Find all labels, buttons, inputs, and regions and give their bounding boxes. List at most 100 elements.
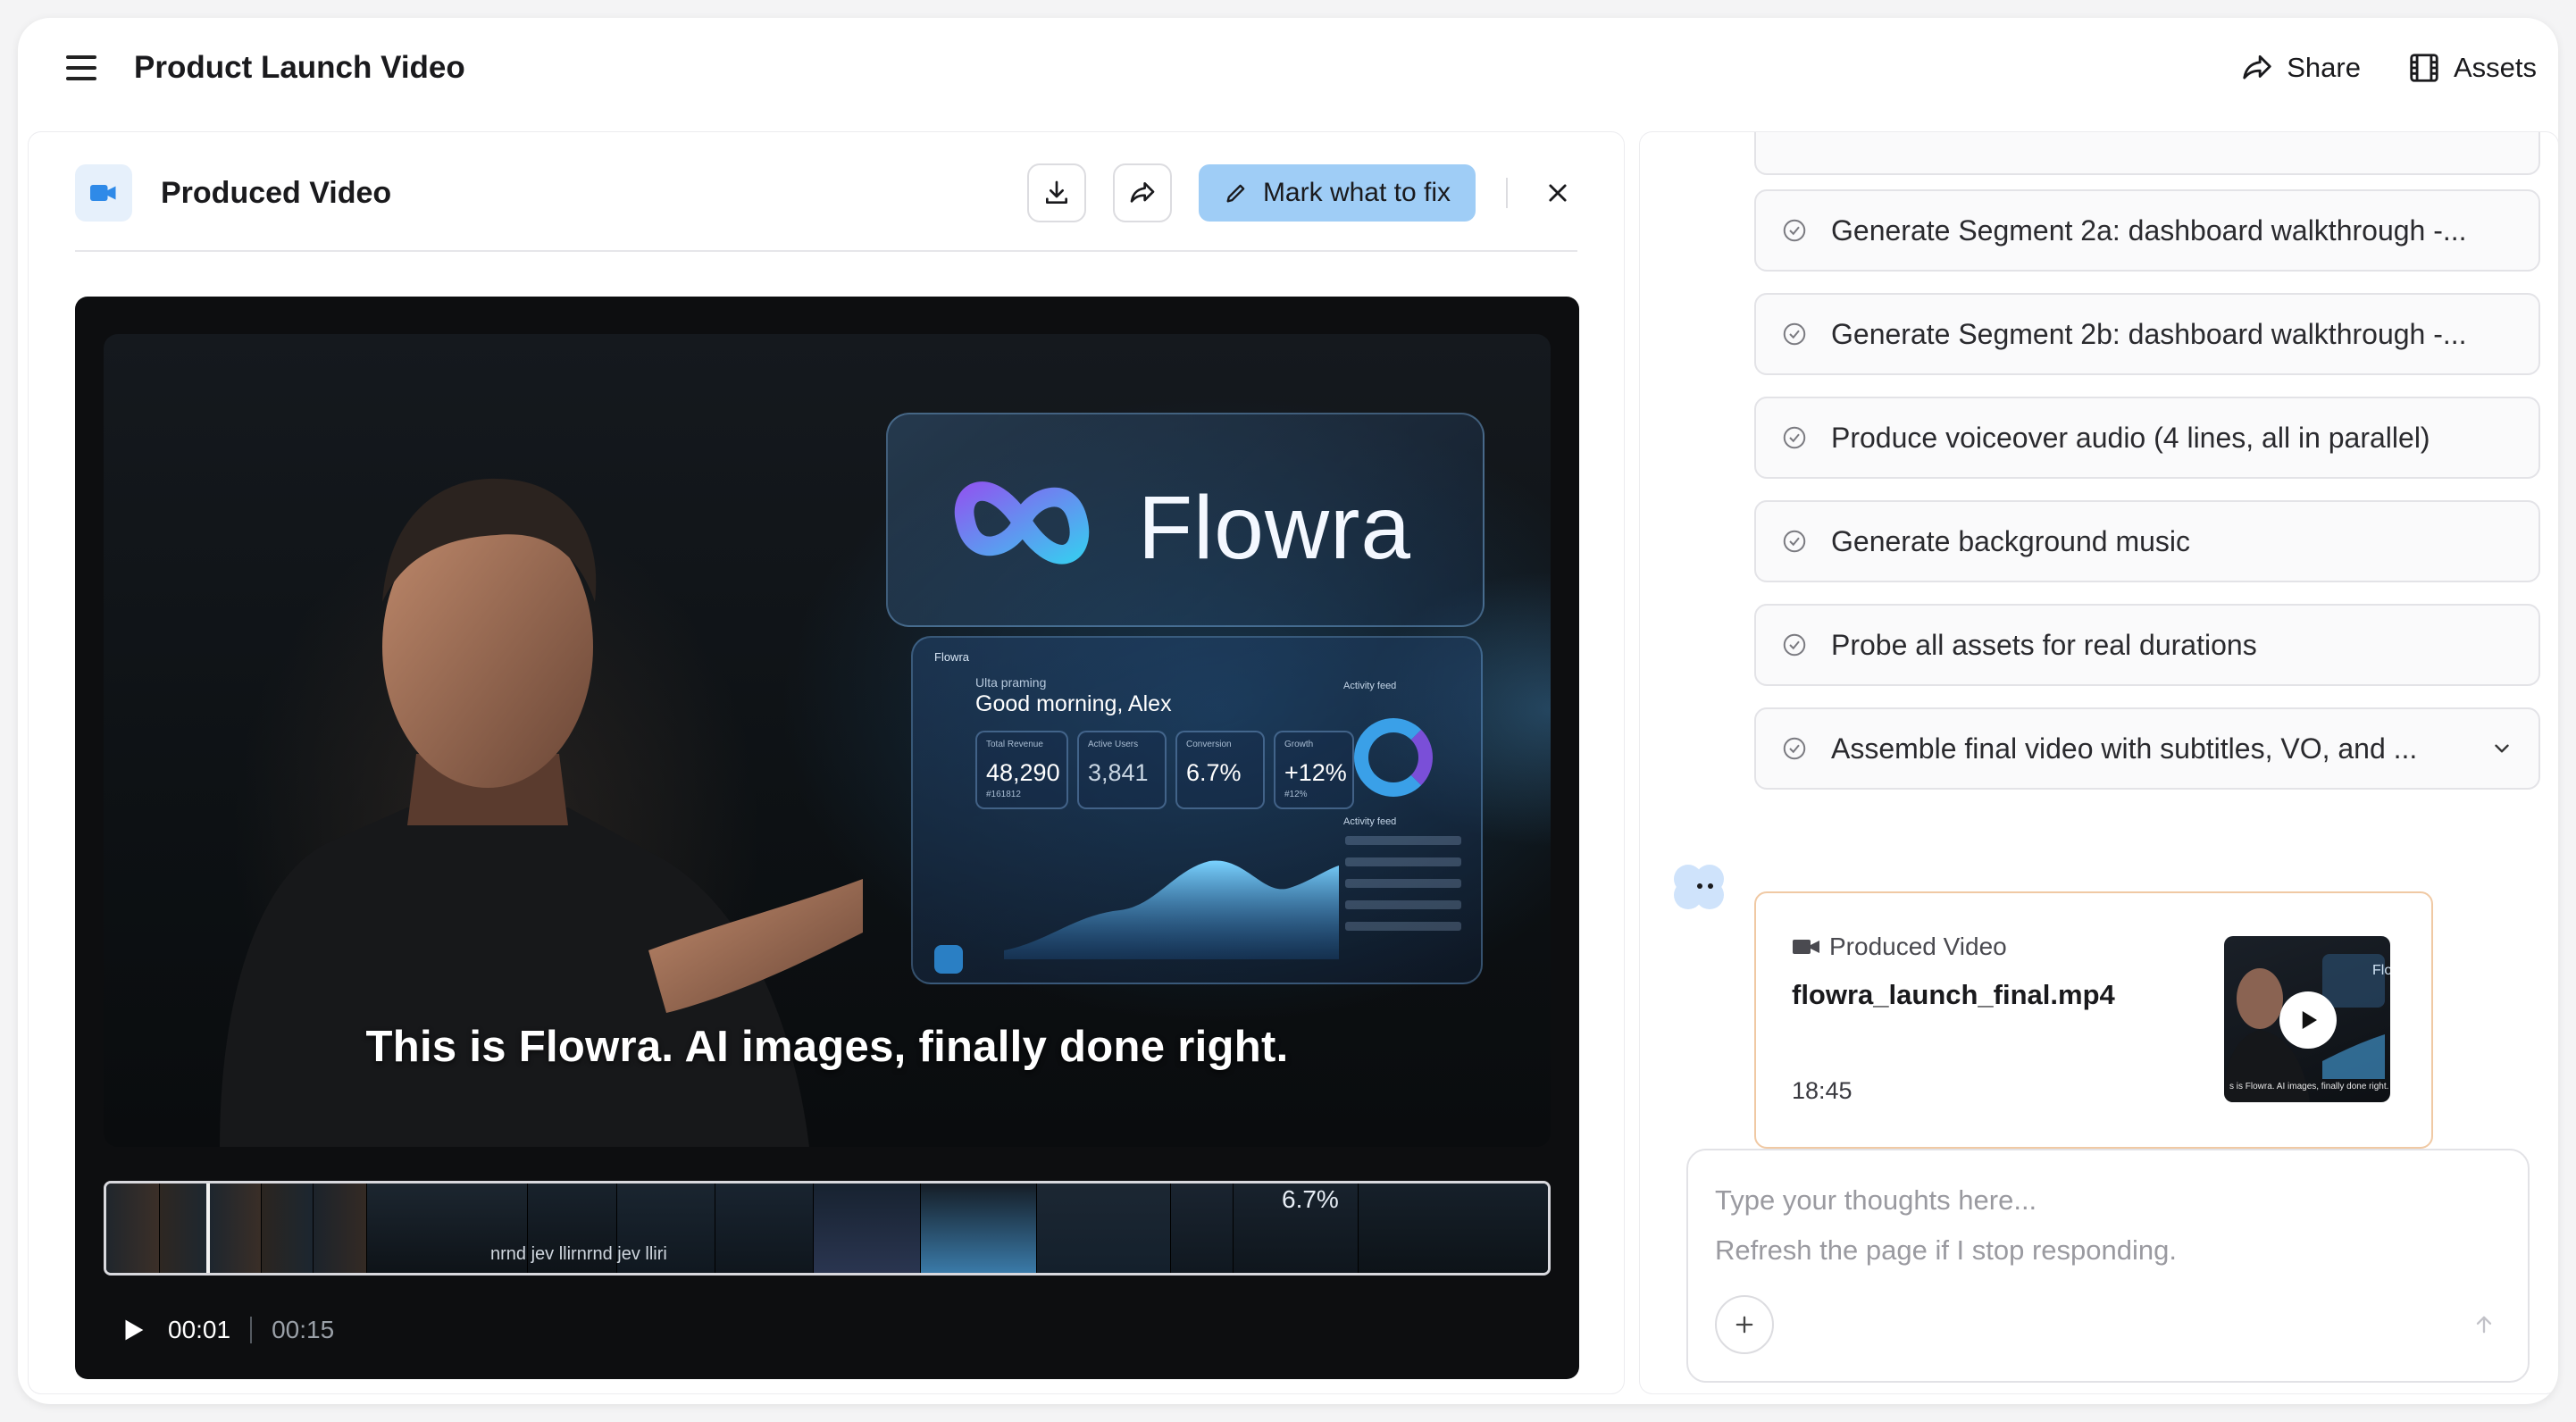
flowra-logo-icon (954, 481, 1090, 565)
list-item[interactable]: Probe all assets for real durations (1754, 604, 2540, 686)
share-button[interactable]: Share (2240, 51, 2361, 85)
timeline-filmstrip[interactable]: 6.7% nrnd jev llirnrnd jev lliri (104, 1181, 1551, 1276)
dashboard-greeting: Good morning, Alex (975, 691, 1172, 716)
page-title: Product Launch Video (134, 50, 465, 85)
list-item[interactable]: Produce voiceover audio (4 lines, all in… (1754, 397, 2540, 479)
play-button[interactable] (2279, 991, 2337, 1049)
produced-video-card[interactable]: Produced Video flowra_launch_final.mp4 1… (1754, 891, 2433, 1149)
stat-card: Total Revenue 48,290 #161812 (975, 731, 1068, 809)
share-label: Share (2287, 52, 2361, 83)
task-panel: Generate Segment 2a: dashboard walkthrou… (1640, 132, 2558, 1393)
filmstrip-frame (262, 1184, 314, 1273)
mark-label: Mark what to fix (1262, 178, 1451, 207)
check-circle-icon (1783, 633, 1806, 657)
stat-card: Active Users 3,841 (1077, 731, 1167, 809)
filmstrip-frame (1171, 1184, 1234, 1273)
check-circle-icon (1783, 530, 1806, 553)
card-filename: flowra_launch_final.mp4 (1792, 979, 2115, 1010)
filmstrip-frame (106, 1184, 160, 1273)
stat-value: 6.7% (1186, 759, 1242, 786)
share-video-button[interactable] (1112, 163, 1172, 222)
timeline-playhead[interactable] (206, 1184, 210, 1273)
check-circle-icon (1783, 322, 1806, 346)
stat-sub: #12% (1284, 790, 1308, 799)
add-attachment-button[interactable] (1715, 1295, 1774, 1354)
app-window: Product Launch Video Share Assets Produc… (18, 18, 2558, 1404)
time-divider (250, 1317, 253, 1343)
hologram-dashboard: Flowra Ulta praming Good morning, Alex T… (911, 636, 1483, 984)
thumbnail-caption: s is Flowra. AI images, finally done rig… (2229, 1082, 2389, 1092)
feed-row (1345, 836, 1461, 845)
plus-icon (1735, 1316, 1753, 1334)
filmstrip-frame (1359, 1184, 1548, 1273)
film-icon (2410, 54, 2438, 82)
video-panel: Produced Video Mark what to fix Flowra F… (29, 132, 1624, 1393)
app-badge-icon (934, 945, 963, 974)
list-item[interactable]: Assemble final video with subtitles, VO,… (1754, 707, 2540, 790)
filmstrip-stat-label: 6.7% (1282, 1185, 1339, 1213)
list-item[interactable]: Generate Segment 2a: dashboard walkthrou… (1754, 189, 2540, 272)
close-icon (1549, 184, 1567, 202)
video-subtitle: This is Flowra. AI images, finally done … (365, 1023, 1289, 1071)
video-player[interactable]: Flowra Flowra Ulta praming Good morning,… (75, 297, 1579, 1379)
list-item[interactable]: Generate background music (1754, 500, 2540, 582)
total-time: 00:15 (272, 1316, 335, 1343)
thumbnail-brand: Flo (2372, 963, 2390, 978)
filmstrip-frame (1037, 1184, 1171, 1273)
brand-name: Flowra (1138, 478, 1412, 578)
filmstrip-frame (921, 1184, 1037, 1273)
download-icon (1045, 180, 1067, 204)
step-label: Generate Segment 2b: dashboard walkthrou… (1831, 317, 2467, 350)
check-circle-icon (1783, 426, 1806, 449)
hologram-brand-panel: Flowra (886, 413, 1485, 627)
mark-what-to-fix-button[interactable]: Mark what to fix (1198, 164, 1476, 222)
feed-row (1345, 879, 1461, 888)
assistant-avatar-icon (1674, 865, 1724, 909)
area-chart-graphic (1004, 860, 1339, 959)
dashboard-brand: Flowra (934, 650, 970, 664)
stat-value: +12% (1284, 759, 1347, 786)
assets-button[interactable]: Assets (2407, 51, 2537, 85)
stat-value: 3,841 (1088, 759, 1149, 786)
step-label: Generate Segment 2a: dashboard walkthrou… (1831, 213, 2467, 247)
filmstrip-frame (160, 1184, 210, 1273)
play-icon[interactable] (118, 1315, 148, 1345)
filmstrip-frame (210, 1184, 262, 1273)
feed-row (1345, 857, 1461, 866)
filmstrip-frame (715, 1184, 814, 1273)
top-bar: Product Launch Video Share Assets (18, 18, 2558, 118)
stat-label: Conversion (1186, 740, 1232, 749)
card-duration: 18:45 (1792, 1077, 1853, 1104)
video-thumbnail[interactable]: Flo s is Flowra. AI images, finally done… (2224, 936, 2390, 1102)
stat-card: Conversion 6.7% (1175, 731, 1265, 809)
share-icon (2243, 54, 2271, 79)
stat-sub: #161812 (986, 790, 1021, 799)
close-button[interactable] (1538, 173, 1577, 213)
chevron-down-icon[interactable] (2490, 737, 2513, 760)
download-button[interactable] (1026, 163, 1086, 222)
donut-graphic (1354, 718, 1433, 797)
video-panel-header: Produced Video Mark what to fix (75, 163, 1577, 252)
message-composer (1686, 1149, 2530, 1383)
video-frame[interactable]: Flowra Flowra Ulta praming Good morning,… (104, 334, 1551, 1147)
message-input[interactable] (1715, 1175, 2501, 1283)
send-button[interactable] (2456, 1297, 2512, 1352)
step-label: Probe all assets for real durations (1831, 628, 2257, 661)
check-circle-icon (1783, 219, 1806, 242)
step-label: Generate background music (1831, 524, 2190, 557)
video-camera-icon (1793, 940, 1819, 954)
filmstrip-caption: nrnd jev llirnrnd jev lliri (490, 1244, 667, 1264)
list-item[interactable] (1754, 132, 2540, 175)
menu-icon[interactable] (66, 55, 96, 80)
feed-row (1345, 900, 1461, 909)
stat-label: Total Revenue (986, 740, 1043, 749)
filmstrip-frame (814, 1184, 921, 1273)
stat-card: Growth +12% #12% (1274, 731, 1354, 809)
check-circle-icon (1783, 737, 1806, 760)
assets-label: Assets (2453, 52, 2537, 83)
step-label: Assemble final video with subtitles, VO,… (1831, 732, 2418, 765)
list-item[interactable]: Generate Segment 2b: dashboard walkthrou… (1754, 293, 2540, 375)
video-camera-icon (75, 164, 132, 222)
stat-label: Active Users (1088, 740, 1139, 749)
dashboard-greeting-small: Ulta praming (975, 675, 1047, 690)
